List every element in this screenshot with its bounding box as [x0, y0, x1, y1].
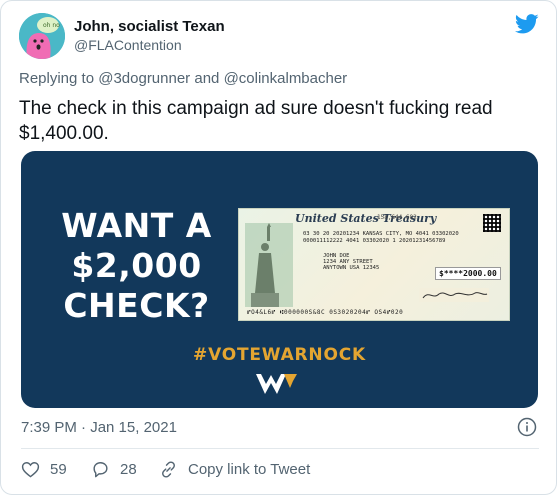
copy-link-button[interactable]: Copy link to Tweet [159, 459, 310, 479]
ad-headline-line-2: $2,000 [71, 246, 202, 285]
link-icon [162, 460, 175, 478]
qr-code-icon [483, 214, 501, 232]
pink-blob-avatar-icon: oh no [19, 13, 65, 59]
ad-headline-line-1: WANT A [61, 206, 212, 245]
warnock-w-logo-icon [256, 374, 297, 394]
replying-to-line: Replying to @3dogrunner and @colinkalmba… [19, 70, 347, 87]
replying-to-prefix: Replying to [19, 70, 95, 87]
author-avatar[interactable]: oh no [19, 13, 65, 59]
mention-link-1[interactable]: @3dogrunner [98, 70, 190, 87]
like-button[interactable]: 59 [21, 459, 67, 479]
reply-button[interactable]: 28 [91, 459, 137, 479]
avatar-bubble-text: oh no [43, 22, 60, 29]
tweet-media-image[interactable]: WANT A $2,000 CHECK? United States Treas… [21, 151, 538, 408]
check-micr-line: ⑈O4&L6⑈ ⑆000000S&8C 0S3020204⑈ OS4⑈020 [247, 309, 404, 316]
tweet-timestamp[interactable]: 7:39 PM · Jan 15, 2021 [21, 419, 177, 436]
tweet-actions-bar: 59 28 Copy link to Tweet [21, 459, 521, 479]
author-display-name[interactable]: John, socialist Texan [74, 17, 225, 36]
info-icon[interactable] [517, 417, 537, 437]
replying-to-conjunction: and [194, 70, 220, 87]
reply-bubble-icon [93, 461, 108, 477]
tweet-text: The check in this campaign ad sure doesn… [19, 98, 493, 144]
reply-count: 28 [120, 460, 137, 478]
signature-mark [419, 288, 489, 302]
heart-icon [21, 461, 40, 478]
check-line-1: 03 30 20 20201234 KANSAS CITY, MO 4041 0… [303, 231, 459, 237]
treasury-check-image: United States Treasury 158,644,602 03 30… [238, 208, 510, 321]
ad-headline-line-3: CHECK? [63, 286, 210, 325]
like-count: 59 [50, 460, 67, 478]
twitter-bird-icon[interactable] [515, 13, 539, 35]
ad-hashtag: #VOTEWARNOCK [193, 345, 366, 365]
check-payee-3: ANYTOWN USA 12345 [323, 265, 380, 271]
check-line-2: 000011112222 4041 03302020 1 20201231456… [303, 238, 446, 244]
author-handle[interactable]: @FLAContention [74, 36, 225, 54]
statue-of-liberty-icon [245, 223, 293, 307]
author-name-block: John, socialist Texan @FLAContention [74, 17, 225, 54]
copy-link-label: Copy link to Tweet [188, 460, 311, 478]
actions-divider [21, 448, 539, 449]
tweet-header: oh no John, socialist Texan @FLAContenti… [19, 13, 539, 61]
mention-link-2[interactable]: @colinkalmbacher [224, 70, 348, 87]
tweet-card: oh no John, socialist Texan @FLAContenti… [0, 0, 557, 495]
check-serial: 158,644,602 [377, 214, 417, 221]
check-amount: $****2000.00 [435, 267, 501, 280]
ad-headline: WANT A $2,000 CHECK? [49, 206, 224, 326]
